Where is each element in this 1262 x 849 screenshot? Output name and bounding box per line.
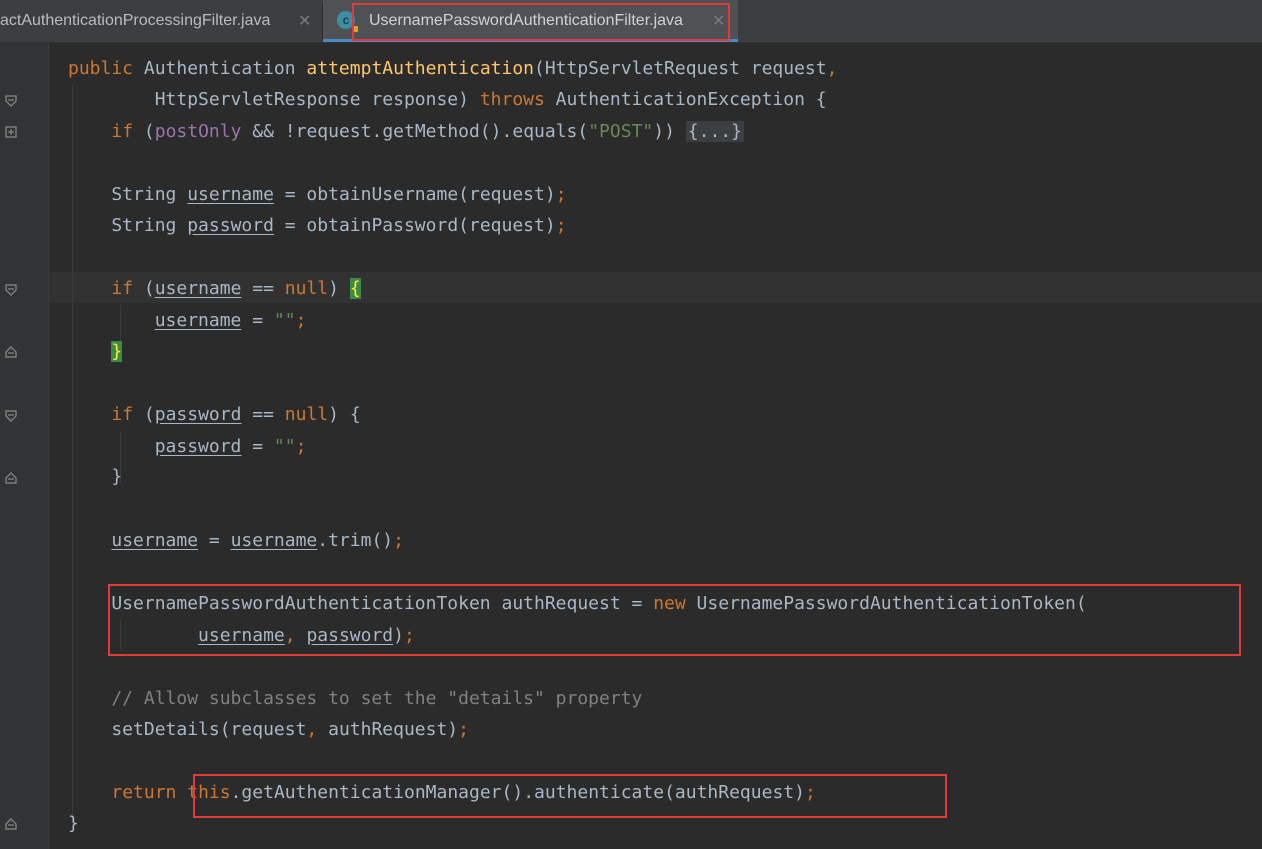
fold-collapse-icon[interactable] bbox=[5, 95, 17, 107]
code-line: public Authentication attemptAuthenticat… bbox=[68, 58, 838, 79]
code-line: if (password == null) { bbox=[111, 404, 361, 425]
code-line: } bbox=[68, 466, 123, 487]
highlight-box-token-creation bbox=[108, 584, 1241, 656]
code-editor[interactable]: public Authentication attemptAuthenticat… bbox=[0, 43, 1262, 849]
code-line: HttpServletResponse response) throws Aut… bbox=[68, 89, 827, 110]
gutter bbox=[0, 43, 49, 849]
matched-brace: } bbox=[111, 341, 123, 362]
code-line: if (username == null) { bbox=[111, 278, 361, 299]
code-line: } bbox=[68, 336, 123, 367]
tab-abstract-authentication-processing-filter[interactable]: actAuthenticationProcessingFilter.java ✕ bbox=[0, 0, 322, 42]
code-line: username = username.trim(); bbox=[111, 530, 404, 551]
fold-end-icon[interactable] bbox=[5, 346, 17, 358]
highlight-box-tab bbox=[352, 3, 730, 41]
code-line: } bbox=[68, 813, 79, 834]
matched-brace: { bbox=[349, 278, 361, 299]
code-comment: // Allow subclasses to set the "details"… bbox=[68, 688, 643, 709]
code-line: String username = obtainUsername(request… bbox=[68, 184, 567, 205]
fold-end-icon[interactable] bbox=[5, 818, 17, 830]
code-line: setDetails(request, authRequest); bbox=[68, 719, 469, 740]
tab-label: actAuthenticationProcessingFilter.java bbox=[0, 12, 271, 29]
fold-collapse-icon[interactable] bbox=[5, 410, 17, 422]
fold-collapse-icon[interactable] bbox=[5, 284, 17, 296]
fold-expand-icon[interactable] bbox=[5, 126, 17, 138]
folded-code-block[interactable]: {...} bbox=[685, 121, 744, 142]
fold-end-icon[interactable] bbox=[5, 472, 17, 484]
code-line: if (postOnly && !request.getMethod().equ… bbox=[111, 121, 744, 142]
code-line: password = ""; bbox=[154, 436, 307, 457]
code-line: username = ""; bbox=[154, 310, 307, 331]
highlight-box-authenticate-call bbox=[193, 774, 947, 818]
code-line: String password = obtainPassword(request… bbox=[68, 215, 567, 236]
close-icon[interactable]: ✕ bbox=[298, 11, 311, 31]
